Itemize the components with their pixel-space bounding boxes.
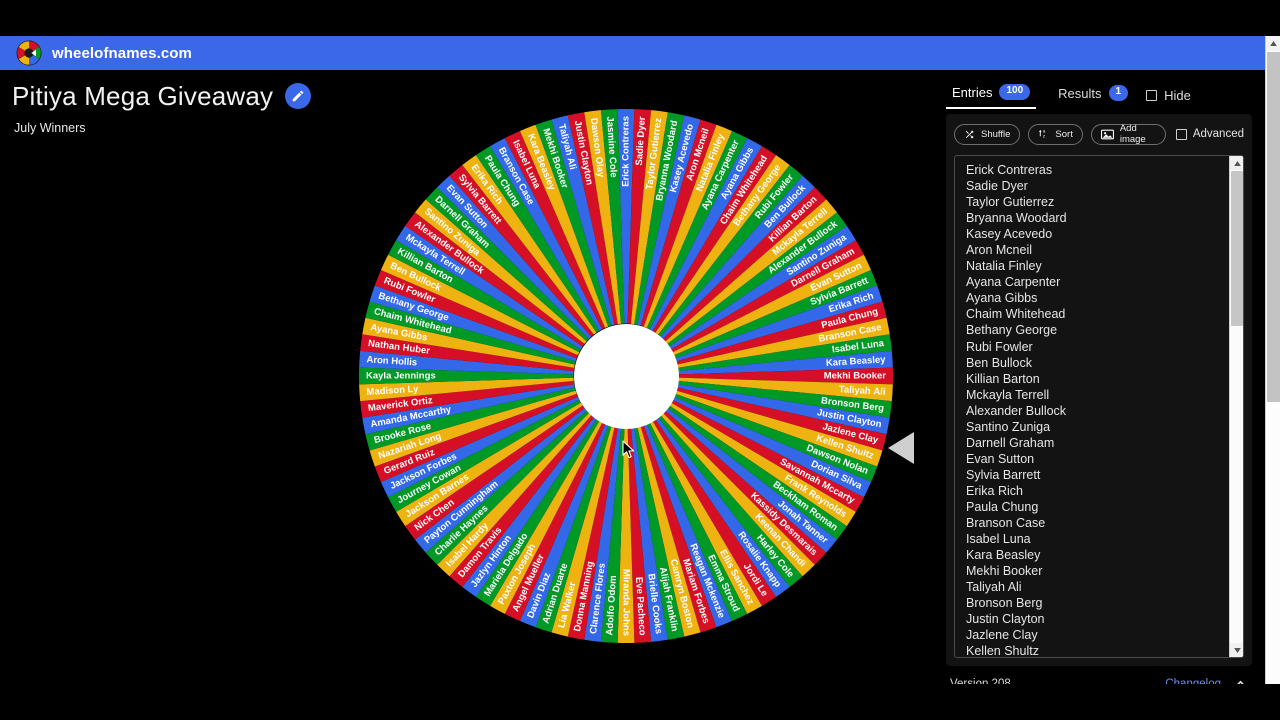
hide-label: Hide xyxy=(1164,87,1191,103)
svg-text:z: z xyxy=(1043,134,1045,139)
advanced-label: Advanced xyxy=(1192,128,1244,140)
add-image-label: Add image xyxy=(1119,123,1146,145)
entry-item[interactable]: Taylor Gutierrez xyxy=(966,194,1229,210)
entry-item[interactable]: Mckayla Terrell xyxy=(966,387,1229,403)
browser-scrollbar[interactable] xyxy=(1265,36,1280,720)
tab-entries-label: Entries xyxy=(952,84,993,100)
results-count-badge: 1 xyxy=(1108,85,1129,101)
shuffle-label: Shuffle xyxy=(981,128,1011,140)
entry-item[interactable]: Kasey Acevedo xyxy=(966,226,1229,242)
sort-icon: a z xyxy=(1038,128,1049,140)
entry-item[interactable]: Rubi Fowler xyxy=(966,339,1229,355)
wheel-pointer-icon xyxy=(888,432,914,464)
entry-item[interactable]: Sylvia Barrett xyxy=(966,467,1229,483)
entry-item[interactable]: Alexander Bullock xyxy=(966,403,1229,419)
hide-toggle[interactable]: Hide xyxy=(1146,88,1191,103)
entries-list[interactable]: Erick Contreras Sadie Dyer Taylor Gutierre… xyxy=(955,156,1229,657)
entry-item[interactable]: Ayana Carpenter xyxy=(966,274,1229,290)
tab-results[interactable]: Results 1 xyxy=(1052,82,1134,108)
entry-item[interactable]: Justin Clayton xyxy=(966,611,1229,627)
entries-textarea[interactable]: Erick Contreras Sadie Dyer Taylor Gutierre… xyxy=(954,155,1244,658)
letterbox-bottom xyxy=(0,684,1280,720)
entry-item[interactable]: Erick Contreras xyxy=(966,162,1229,178)
advanced-checkbox[interactable] xyxy=(1175,128,1187,140)
letterbox-top xyxy=(0,0,1280,36)
entry-item[interactable]: Aron Mcneil xyxy=(966,242,1229,258)
advanced-toggle[interactable]: Advanced xyxy=(1175,128,1244,140)
entry-item[interactable]: Bronson Berg xyxy=(966,595,1229,611)
site-url-label: wheelofnames.com xyxy=(52,44,192,62)
image-icon xyxy=(1100,129,1114,140)
entry-item[interactable]: Bryanna Woodard xyxy=(966,210,1229,226)
browser-scroll-thumb[interactable] xyxy=(1267,52,1280,402)
entry-item[interactable]: Paula Chung xyxy=(966,499,1229,515)
entries-count-badge: 100 xyxy=(999,84,1031,100)
entry-item[interactable]: Bethany George xyxy=(966,322,1229,338)
panel-tabs: Entries 100 Results 1 Hide xyxy=(940,80,1258,110)
entries-toolbar: Shuffle a z Sort Add image Advanced xyxy=(954,122,1244,146)
entry-item[interactable]: Evan Sutton xyxy=(966,451,1229,467)
page-content: Pitiya Mega Giveaway July Winners Entrie… xyxy=(0,70,1272,690)
wheel-center-hub[interactable] xyxy=(573,323,679,429)
entries-scrollbar[interactable] xyxy=(1229,156,1243,657)
entry-item[interactable]: Isabel Luna xyxy=(966,531,1229,547)
entry-item[interactable]: Natalia Finley xyxy=(966,258,1229,274)
hide-checkbox[interactable] xyxy=(1146,89,1158,101)
entry-item[interactable]: Ben Bullock xyxy=(966,355,1229,371)
svg-text:a: a xyxy=(1043,129,1046,134)
entry-item[interactable]: Killian Barton xyxy=(966,371,1229,387)
browser-scroll-up-icon[interactable] xyxy=(1266,36,1280,51)
browser-chrome-bar: wheelofnames.com xyxy=(0,36,1280,70)
entry-item[interactable]: Erika Rich xyxy=(966,483,1229,499)
tab-results-label: Results xyxy=(1058,85,1102,101)
entries-panel: Entries 100 Results 1 Hide Shuffle a z S… xyxy=(940,80,1258,690)
entry-item[interactable]: Darnell Graham xyxy=(966,435,1229,451)
entry-item[interactable]: Branson Case xyxy=(966,515,1229,531)
entry-item[interactable]: Jazlene Clay xyxy=(966,627,1229,643)
scroll-down-arrow-icon[interactable] xyxy=(1230,643,1243,657)
tab-entries[interactable]: Entries 100 xyxy=(946,81,1037,109)
wheel-logo-icon xyxy=(16,40,42,66)
sort-button[interactable]: a z Sort xyxy=(1028,123,1083,145)
shuffle-icon xyxy=(964,129,975,140)
scroll-up-arrow-icon[interactable] xyxy=(1230,156,1243,170)
entry-item[interactable]: Chaim Whitehead xyxy=(966,306,1229,322)
entry-item[interactable]: Kara Beasley xyxy=(966,547,1229,563)
entries-scroll-thumb[interactable] xyxy=(1231,171,1243,326)
entry-item[interactable]: Ayana Gibbs xyxy=(966,290,1229,306)
app-screen: wheelofnames.com Pitiya Mega Giveaway Ju… xyxy=(0,0,1280,720)
entry-item[interactable]: Taliyah Ali xyxy=(966,579,1229,595)
entry-item[interactable]: Mekhi Booker xyxy=(966,563,1229,579)
add-image-button[interactable]: Add image xyxy=(1090,123,1166,145)
sort-label: Sort xyxy=(1055,128,1073,140)
panel-body: Shuffle a z Sort Add image Advanced Eric… xyxy=(946,114,1252,666)
entry-item[interactable]: Sadie Dyer xyxy=(966,178,1229,194)
spin-wheel[interactable] xyxy=(358,108,894,644)
entry-item[interactable]: Santino Zuniga xyxy=(966,419,1229,435)
entry-item[interactable]: Kellen Shultz xyxy=(966,643,1229,657)
shuffle-button[interactable]: Shuffle xyxy=(954,123,1021,145)
wheel-area xyxy=(0,70,940,684)
